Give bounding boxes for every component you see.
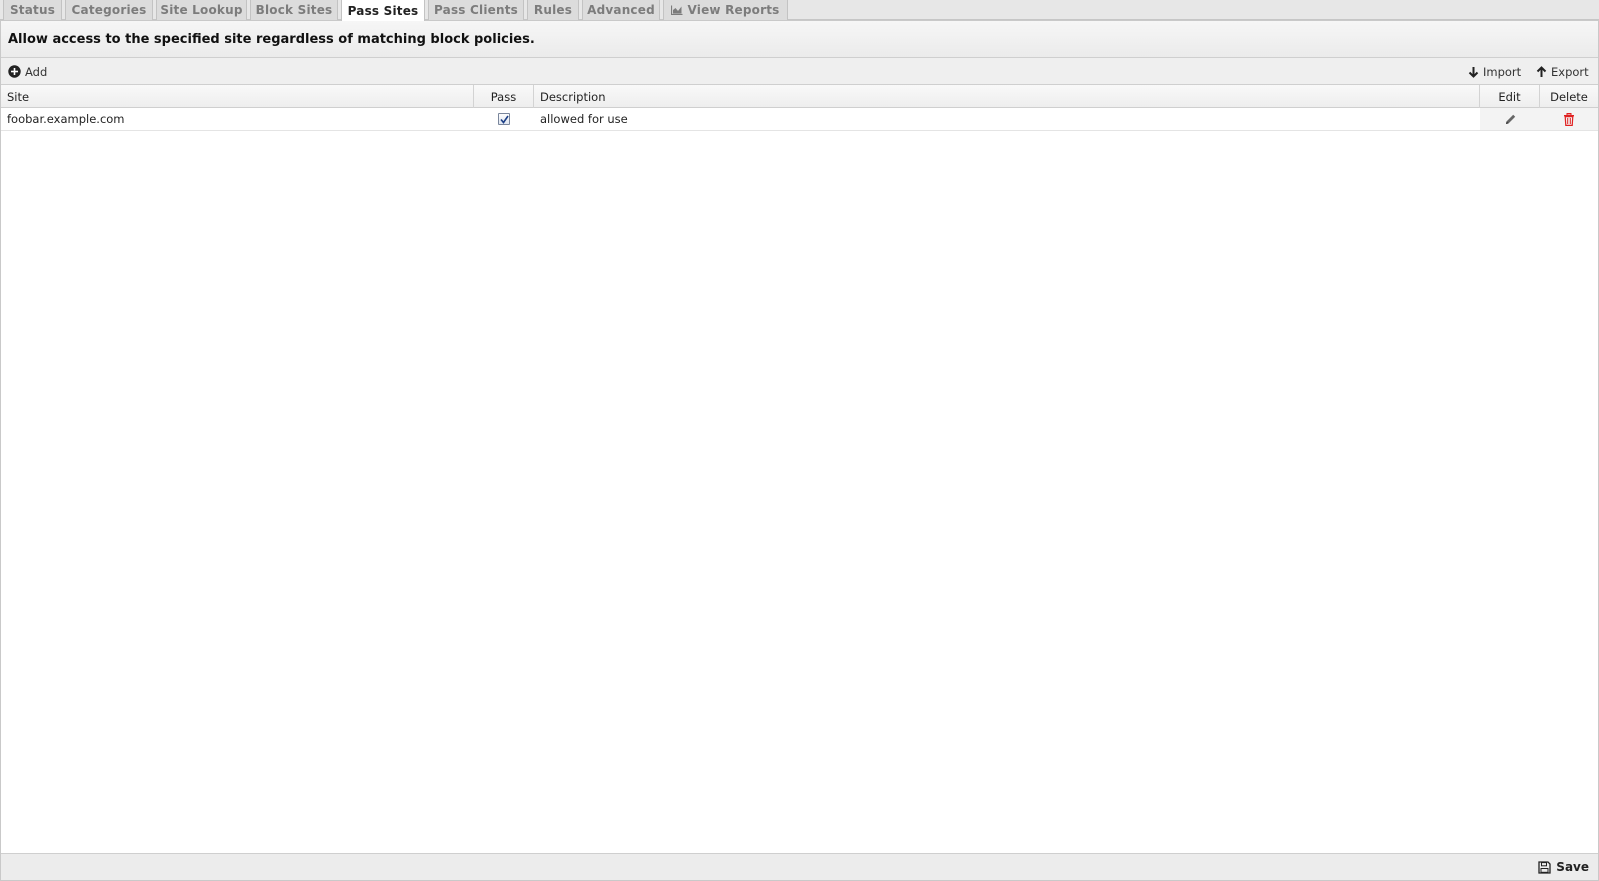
column-header-label: Pass <box>490 89 517 104</box>
import-button-label: Import <box>1483 64 1522 79</box>
export-button-label: Export <box>1551 64 1589 79</box>
tab-label: Status <box>9 3 56 17</box>
tab-rules[interactable]: Rules <box>527 0 579 20</box>
arrow-down-icon <box>1468 66 1479 78</box>
pass-checkbox[interactable] <box>498 113 510 125</box>
pencil-icon[interactable] <box>1504 113 1517 126</box>
panel-description: Allow access to the specified site regar… <box>1 21 1598 58</box>
add-button-label: Add <box>25 64 48 79</box>
tab-categories[interactable]: Categories <box>65 0 153 20</box>
pass-cell <box>474 108 534 130</box>
tab-block-sites[interactable]: Block Sites <box>250 0 338 20</box>
tab-bar: Status Categories Site Lookup Block Site… <box>0 0 1599 21</box>
save-button-label: Save <box>1556 860 1589 874</box>
export-button[interactable]: Export <box>1536 58 1589 85</box>
column-header-edit[interactable]: Edit <box>1480 85 1540 108</box>
plus-circle-icon <box>8 65 21 78</box>
chart-icon <box>671 5 683 15</box>
column-header-pass[interactable]: Pass <box>474 85 534 108</box>
tab-pass-sites[interactable]: Pass Sites <box>341 0 425 21</box>
pass-sites-panel: Allow access to the specified site regar… <box>0 20 1599 881</box>
tab-label: Rules <box>533 3 573 17</box>
column-header-label: Site <box>7 89 30 104</box>
trash-icon[interactable] <box>1563 112 1575 126</box>
column-header-site[interactable]: Site <box>1 85 474 108</box>
column-header-delete[interactable]: Delete <box>1540 85 1598 108</box>
tab-label: Site Lookup <box>160 3 243 17</box>
checkmark-icon <box>499 115 509 124</box>
grid-toolbar: Add Import Export <box>1 58 1598 85</box>
tab-pass-clients[interactable]: Pass Clients <box>428 0 524 20</box>
import-button[interactable]: Import <box>1468 58 1521 85</box>
table-row[interactable]: foobar.example.com allowed for use <box>1 108 1598 131</box>
floppy-disk-icon <box>1538 860 1551 874</box>
tab-site-lookup[interactable]: Site Lookup <box>156 0 247 20</box>
edit-cell <box>1480 108 1540 130</box>
tab-status[interactable]: Status <box>3 0 62 20</box>
description-cell: allowed for use <box>540 112 628 126</box>
save-button[interactable]: Save <box>1538 854 1589 880</box>
tab-advanced[interactable]: Advanced <box>582 0 660 20</box>
tab-label: Block Sites <box>255 3 333 17</box>
tab-label: Advanced <box>587 3 655 17</box>
grid-header: Site Pass Description Edit Delete <box>1 85 1598 108</box>
column-header-description[interactable]: Description <box>534 85 1480 108</box>
tab-label: Pass Clients <box>433 3 519 17</box>
arrow-up-icon <box>1536 65 1547 77</box>
column-header-label: Edit <box>1498 89 1521 104</box>
panel-footer: Save <box>1 853 1598 880</box>
tab-label: Pass Sites <box>347 3 419 18</box>
column-header-label: Delete <box>1550 89 1588 104</box>
add-button[interactable]: Add <box>8 58 47 85</box>
tab-label: Categories <box>71 3 147 17</box>
column-header-label: Description <box>540 89 606 104</box>
delete-cell <box>1540 108 1598 130</box>
site-cell: foobar.example.com <box>7 112 125 126</box>
tab-view-reports[interactable]: View Reports <box>663 0 788 20</box>
tab-label: View Reports <box>687 3 780 17</box>
